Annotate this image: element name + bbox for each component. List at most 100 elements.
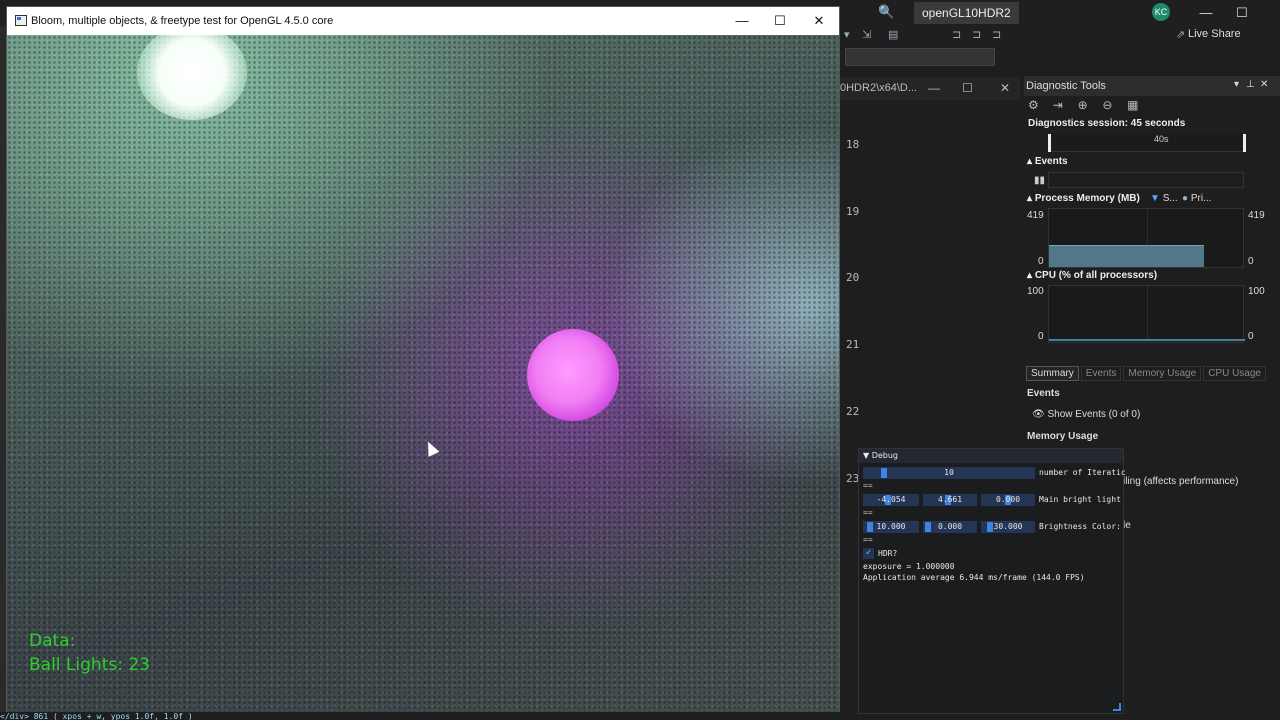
legend-private-bytes: ● Pri...: [1182, 193, 1212, 204]
console-close-icon[interactable]: ✕: [1000, 81, 1010, 95]
slider-value: 10.000: [876, 522, 906, 531]
cpu-usage-line: [1049, 339, 1245, 341]
hud-ball-lights: Ball Lights: 23: [29, 655, 150, 675]
timeline-ruler[interactable]: 40s: [1048, 134, 1246, 152]
tab-events[interactable]: Events: [1080, 366, 1122, 381]
timeline-end-handle[interactable]: [1243, 134, 1246, 152]
hdr-checkbox[interactable]: ✓: [863, 548, 874, 559]
memory-axis-min: 0: [1038, 256, 1044, 267]
panel-dropdown-icon[interactable]: ▾: [1234, 79, 1239, 90]
summary-events-header: Events: [1027, 388, 1060, 399]
search-icon[interactable]: 🔍: [878, 4, 896, 22]
line-number: 20: [846, 271, 860, 284]
slider-value: 0.000: [937, 522, 963, 531]
legend-snapshot: ▼ S...: [1150, 193, 1178, 204]
iterations-label: number of Iteratic: [1039, 468, 1126, 477]
process-memory-chart[interactable]: [1048, 208, 1244, 268]
tab-summary[interactable]: Summary: [1026, 366, 1079, 381]
toolbar-layout-icon[interactable]: ▤: [888, 28, 902, 42]
cpu-section-header[interactable]: ▴ CPU (% of all processors): [1027, 270, 1157, 281]
pause-icon[interactable]: ▮▮: [1034, 175, 1045, 186]
imgui-title-bar[interactable]: ▼ Debug: [859, 449, 1123, 463]
console-minimize-icon[interactable]: —: [928, 81, 940, 95]
reset-zoom-icon[interactable]: ▦: [1127, 98, 1149, 112]
slider-value: 30.000: [993, 522, 1023, 531]
cpu-axis-max: 100: [1027, 286, 1044, 297]
live-share-button[interactable]: Live Share: [1188, 28, 1241, 40]
settings-icon[interactable]: ⚙: [1028, 98, 1050, 112]
show-events-link[interactable]: 👁 Show Events (0 of 0): [1032, 409, 1140, 420]
export-icon[interactable]: ⇥: [1053, 98, 1075, 112]
line-number: 18: [846, 138, 860, 151]
minimize-button[interactable]: —: [727, 11, 757, 31]
bookmark-icon[interactable]: ⊐: [952, 28, 966, 42]
light-y-slider[interactable]: 4.661: [923, 494, 977, 506]
vs-config-dropdown[interactable]: [845, 48, 995, 66]
light-x-slider[interactable]: -4.054: [863, 494, 919, 506]
vs-minimize-button[interactable]: —: [1186, 2, 1226, 24]
process-memory-header[interactable]: ▴ Process Memory (MB): [1027, 193, 1140, 204]
separator: ==: [863, 481, 873, 490]
hud-data-label: Data:: [29, 631, 76, 651]
memory-usage-header: Memory Usage: [1027, 431, 1099, 442]
asphalt-texture: [7, 35, 839, 715]
pin-icon[interactable]: ⊥: [1246, 79, 1255, 90]
solution-name[interactable]: openGL10HDR2: [914, 2, 1019, 24]
fps-text: Application average 6.944 ms/frame (144.…: [863, 573, 1085, 582]
diagnostic-tabs: Summary Events Memory Usage CPU Usage: [1026, 366, 1268, 382]
collapse-arrow-icon[interactable]: ▼: [863, 451, 869, 460]
truncated-text: le: [1123, 520, 1131, 531]
render-viewport[interactable]: Data: Ball Lights: 23: [7, 35, 839, 715]
console-path: 0HDR2\x64\D...: [840, 82, 918, 94]
tab-memory-usage[interactable]: Memory Usage: [1123, 366, 1202, 381]
light-z-slider[interactable]: 0.000: [981, 494, 1035, 506]
memory-axis-min-right: 0: [1248, 256, 1254, 267]
diagnostic-tools-title: Diagnostic Tools: [1026, 80, 1106, 92]
toolbar-bookmark-prev-icon[interactable]: ⊐: [972, 28, 986, 42]
heap-profiling-note[interactable]: iling (affects performance): [1123, 476, 1238, 487]
color-b-slider[interactable]: 30.000: [981, 521, 1035, 533]
window-title: Bloom, multiple objects, & freetype test…: [31, 15, 334, 27]
opengl-window: Bloom, multiple objects, & freetype test…: [6, 6, 840, 716]
vs-maximize-button[interactable]: ☐: [1222, 2, 1262, 24]
line-number: 21: [846, 338, 860, 351]
console-maximize-icon[interactable]: ☐: [962, 81, 973, 95]
console-window-bar: 0HDR2\x64\D... — ☐ ✕: [838, 78, 1020, 100]
opengl-title-bar[interactable]: Bloom, multiple objects, & freetype test…: [7, 7, 839, 35]
zoom-in-icon[interactable]: ⊕: [1078, 98, 1100, 112]
diagnostic-tools-title-bar: Diagnostic Tools ▾ ⊥ ✕: [1024, 76, 1280, 96]
cpu-chart[interactable]: [1048, 285, 1245, 343]
vs-toolbar: ▾ ⇲ ▤ ⊐ ⊐ ⊐ ⇗ Live Share: [838, 26, 1280, 46]
toolbar-bookmark-next-icon[interactable]: ⊐: [992, 28, 1006, 42]
tab-cpu-usage[interactable]: CPU Usage: [1203, 366, 1266, 381]
app-icon: [15, 15, 27, 26]
light-label: Main bright light: [1039, 495, 1121, 504]
line-number: 19: [846, 205, 860, 218]
slider-value: 4.661: [937, 495, 963, 504]
imgui-debug-window: ▼ Debug 10 number of Iteratic == -4.054 …: [858, 448, 1126, 714]
events-track: [1048, 172, 1244, 188]
brightness-color-label: Brightness Color:: [1039, 522, 1121, 531]
cpu-axis-min: 0: [1038, 331, 1044, 342]
avatar[interactable]: KC: [1152, 3, 1170, 21]
eye-icon: 👁: [1032, 409, 1045, 420]
resize-grip[interactable]: [1113, 703, 1121, 711]
color-g-slider[interactable]: 0.000: [923, 521, 977, 533]
panel-close-icon[interactable]: ✕: [1260, 79, 1268, 90]
zoom-out-icon[interactable]: ⊖: [1102, 98, 1124, 112]
iterations-slider[interactable]: 10: [863, 467, 1035, 479]
chart-gridline: [1147, 286, 1148, 342]
color-r-slider[interactable]: 10.000: [863, 521, 919, 533]
events-section-header[interactable]: ▴ Events: [1027, 156, 1068, 167]
toolbar-step-icon[interactable]: ⇲: [862, 28, 876, 42]
memory-usage-fill: [1049, 245, 1204, 267]
line-number: 22: [846, 405, 860, 418]
timeline-label: 40s: [1154, 134, 1169, 144]
timeline-start-handle[interactable]: [1048, 134, 1051, 152]
separator: ==: [863, 535, 873, 544]
hdr-label: HDR?: [878, 549, 898, 558]
close-button[interactable]: ✕: [804, 11, 834, 31]
slider-value: 0.000: [995, 495, 1021, 504]
toolbar-arrow-icon[interactable]: ▾: [844, 28, 858, 42]
maximize-button[interactable]: ☐: [765, 11, 795, 31]
